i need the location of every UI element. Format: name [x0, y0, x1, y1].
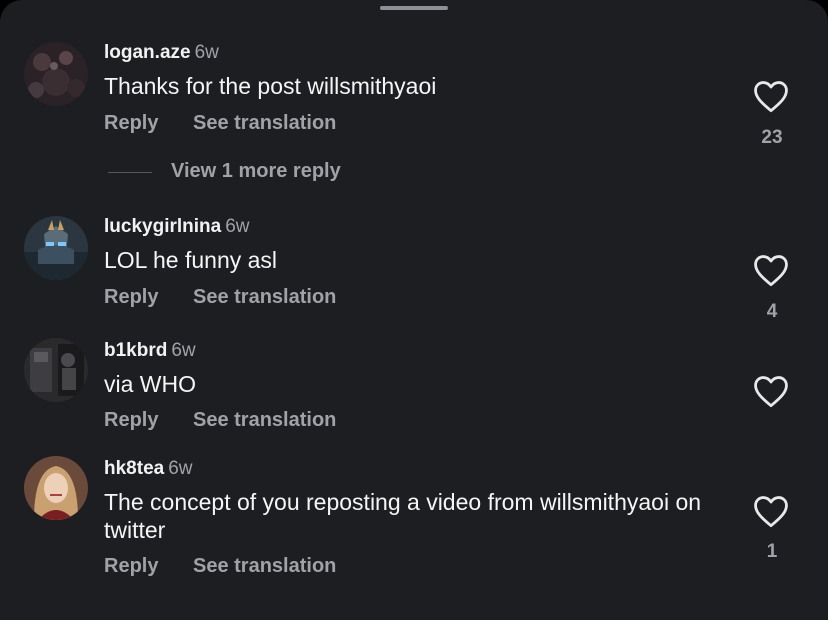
username[interactable]: hk8tea	[104, 458, 164, 479]
like-button[interactable]	[752, 374, 792, 408]
avatar-image	[24, 456, 88, 520]
reply-button[interactable]: Reply	[104, 112, 193, 135]
avatar-image	[24, 42, 88, 106]
avatar[interactable]	[24, 216, 88, 280]
comment-age: 6w	[194, 42, 219, 63]
see-translation-button[interactable]: See translation	[193, 286, 336, 308]
see-translation-button[interactable]: See translation	[193, 409, 336, 431]
like-button[interactable]	[752, 79, 792, 113]
avatar[interactable]	[24, 42, 88, 106]
reply-thread-line	[108, 172, 152, 173]
reply-button[interactable]: Reply	[104, 286, 193, 309]
username[interactable]: b1kbrd	[104, 340, 167, 361]
view-more-replies-label[interactable]: View 1 more reply	[171, 160, 341, 183]
like-count: 1	[766, 541, 778, 562]
sheet-grabber[interactable]	[380, 6, 448, 10]
heart-outline-icon	[754, 376, 788, 408]
see-translation-button[interactable]: See translation	[193, 112, 336, 134]
heart-outline-icon	[754, 496, 788, 528]
comment-age: 6w	[225, 216, 250, 237]
like-button[interactable]	[752, 494, 792, 528]
comment-age: 6w	[171, 340, 196, 361]
username[interactable]: logan.aze	[104, 42, 191, 63]
see-translation-button[interactable]: See translation	[193, 555, 336, 577]
avatar-image	[24, 338, 88, 402]
like-count: 4	[766, 301, 778, 322]
heart-outline-icon	[754, 255, 788, 287]
comments-sheet: logan.aze 6w Thanks for the post willsmit…	[0, 0, 828, 620]
like-button[interactable]	[752, 253, 792, 287]
heart-outline-icon	[754, 81, 788, 113]
username[interactable]: luckygirlnina	[104, 216, 221, 237]
reply-button[interactable]: Reply	[104, 409, 193, 432]
comment-text: LOL he funny asl	[104, 247, 278, 273]
comment-text: The concept of you reposting a video fro…	[104, 489, 702, 543]
comment-age: 6w	[168, 458, 193, 479]
avatar[interactable]	[24, 338, 88, 402]
like-count: 23	[761, 127, 783, 148]
avatar[interactable]	[24, 456, 88, 520]
avatar-image	[24, 216, 88, 280]
reply-button[interactable]: Reply	[104, 555, 193, 578]
comment-text: Thanks for the post willsmithyaoi	[104, 73, 437, 99]
comment-text: via WHO	[104, 371, 196, 397]
